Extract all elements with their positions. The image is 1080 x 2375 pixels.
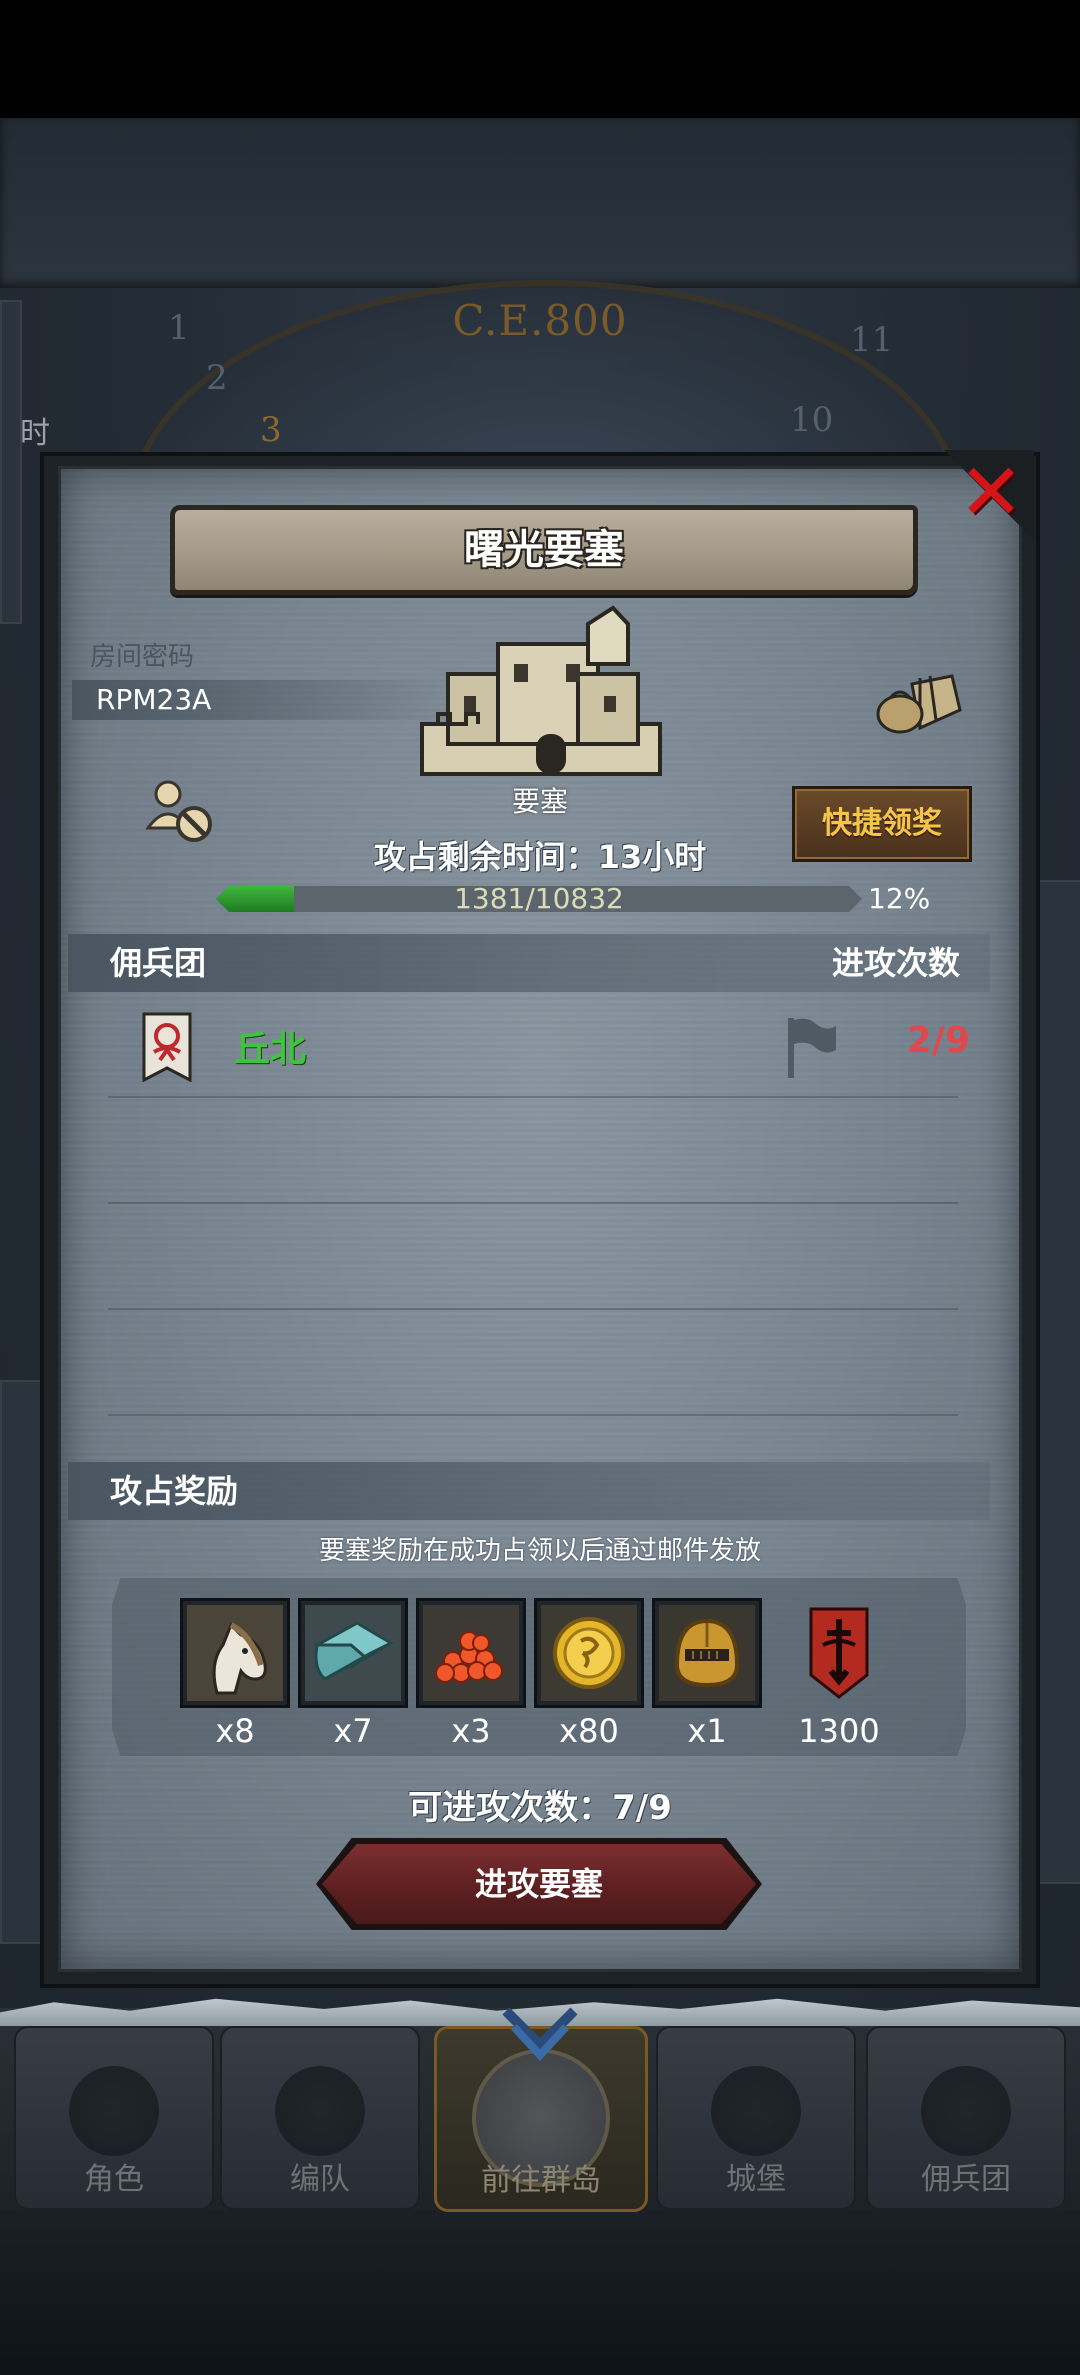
row-divider — [108, 1202, 958, 1204]
room-password-label: 房间密码 — [90, 642, 195, 672]
horse-icon — [180, 1598, 290, 1708]
nav-item-mercenary[interactable]: 佣兵团 — [866, 2026, 1066, 2210]
row-divider — [108, 1414, 958, 1416]
top-band — [0, 118, 1080, 288]
mercenary-name[interactable]: 丘北 — [234, 1020, 306, 1072]
nav-label: 前往群岛 — [481, 2163, 601, 2198]
fortress-label: 要塞 — [511, 785, 568, 818]
row-divider — [108, 1096, 958, 1098]
reward-qty: x1 — [687, 1712, 727, 1750]
title-plate: 曙光要塞 — [170, 505, 918, 595]
fortress-castle-icon — [420, 605, 662, 776]
quick-claim-button[interactable]: 快捷领奖 — [792, 786, 972, 862]
side-panel-fragment — [0, 1380, 44, 1944]
dial-number: 1 — [168, 308, 190, 348]
nav-label: 佣兵团 — [921, 2162, 1011, 2197]
close-icon[interactable]: ✕ — [956, 454, 1026, 532]
mercenary-icon — [921, 2066, 1011, 2156]
quick-claim-label: 快捷领奖 — [822, 806, 942, 841]
reward-item[interactable]: 1300 — [784, 1598, 894, 1750]
attack-count-column-label: 进攻次数 — [831, 944, 960, 982]
nav-label: 角色 — [84, 2162, 144, 2197]
mercenary-banner-icon — [142, 1012, 192, 1082]
reward-item[interactable]: x1 — [652, 1598, 762, 1750]
dial-number: 3 — [260, 410, 282, 450]
reward-section-title: 攻占奖励 — [110, 1472, 239, 1510]
flag-icon — [788, 1018, 836, 1078]
reward-note: 要塞奖励在成功占领以后通过邮件发放 — [318, 1536, 761, 1566]
reward-qty: x80 — [559, 1712, 619, 1750]
modal-title: 曙光要塞 — [464, 527, 624, 573]
reward-item[interactable]: x3 — [416, 1598, 526, 1750]
dial-number: 2 — [206, 358, 228, 398]
castle-icon — [711, 2066, 801, 2156]
row-divider — [108, 1308, 958, 1310]
game-screen: C.E.800 1 2 3 10 11 时 角色 编队 前往群岛 城堡 佣兵团 … — [0, 0, 1080, 2375]
helmet-icon — [652, 1598, 762, 1708]
nav-label: 编队 — [290, 2162, 350, 2197]
time-remaining: 攻占剩余时间：13小时 — [373, 838, 707, 876]
reward-qty: x7 — [333, 1712, 373, 1750]
dial-number: 10 — [790, 400, 834, 440]
beads-icon — [416, 1598, 526, 1708]
nav-item-castle[interactable]: 城堡 — [656, 2026, 856, 2210]
progress-text: 1381/10832 — [454, 882, 624, 915]
reward-qty: 1300 — [798, 1712, 880, 1750]
attack-fortress-label: 进攻要塞 — [474, 1865, 603, 1903]
reward-qty: x8 — [215, 1712, 255, 1750]
nav-label: 城堡 — [726, 2162, 786, 2197]
sword-banner-icon — [784, 1598, 894, 1708]
bag-icon[interactable] — [874, 664, 964, 734]
reward-item[interactable]: x7 — [298, 1598, 408, 1750]
reward-qty: x3 — [451, 1712, 491, 1750]
mercenary-attack-count: 2/9 — [906, 1020, 970, 1061]
mercenary-section-header: 佣兵团 进攻次数 — [68, 934, 990, 992]
reward-item[interactable]: x80 — [534, 1598, 644, 1750]
knight-icon — [69, 2066, 159, 2156]
room-code: RPM23A — [96, 683, 212, 716]
nav-item-formation[interactable]: 编队 — [220, 2026, 420, 2210]
side-panel-fragment — [0, 300, 22, 624]
side-panel-fragment — [1034, 880, 1080, 1884]
dial-number: 11 — [850, 320, 894, 360]
mercenary-column-label: 佣兵团 — [110, 944, 207, 982]
attempts-remaining: 可进攻次数：7/9 — [408, 1788, 672, 1828]
formation-icon — [275, 2066, 365, 2156]
person-blocked-icon[interactable] — [144, 778, 216, 844]
gold-coin-icon — [534, 1598, 644, 1708]
chevron-down-icon — [502, 2007, 578, 2061]
era-label: C.E.800 — [452, 296, 628, 345]
cloth-icon — [298, 1598, 408, 1708]
attack-fortress-button[interactable]: 进攻要塞 — [322, 1844, 756, 1924]
reward-item[interactable]: x8 — [180, 1598, 290, 1750]
nav-item-character[interactable]: 角色 — [14, 2026, 214, 2210]
progress-percent: 12% — [868, 882, 931, 915]
reward-section-header: 攻占奖励 — [68, 1462, 990, 1520]
side-text: 时 — [20, 416, 50, 451]
